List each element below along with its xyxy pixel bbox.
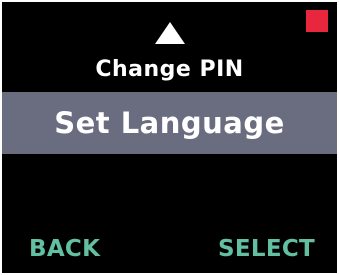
menu-item-change-pin[interactable]: Change PIN — [2, 53, 337, 87]
menu-display: Change PIN Set Language BACK SELECT — [2, 2, 337, 273]
menu-item-set-language-selected[interactable]: Set Language — [2, 92, 337, 154]
status-indicator — [306, 10, 328, 32]
select-button[interactable]: SELECT — [218, 233, 315, 265]
device-screen: Change PIN Set Language BACK SELECT — [0, 0, 339, 275]
scroll-up-arrow-icon[interactable] — [155, 22, 185, 44]
back-button[interactable]: BACK — [29, 233, 100, 265]
